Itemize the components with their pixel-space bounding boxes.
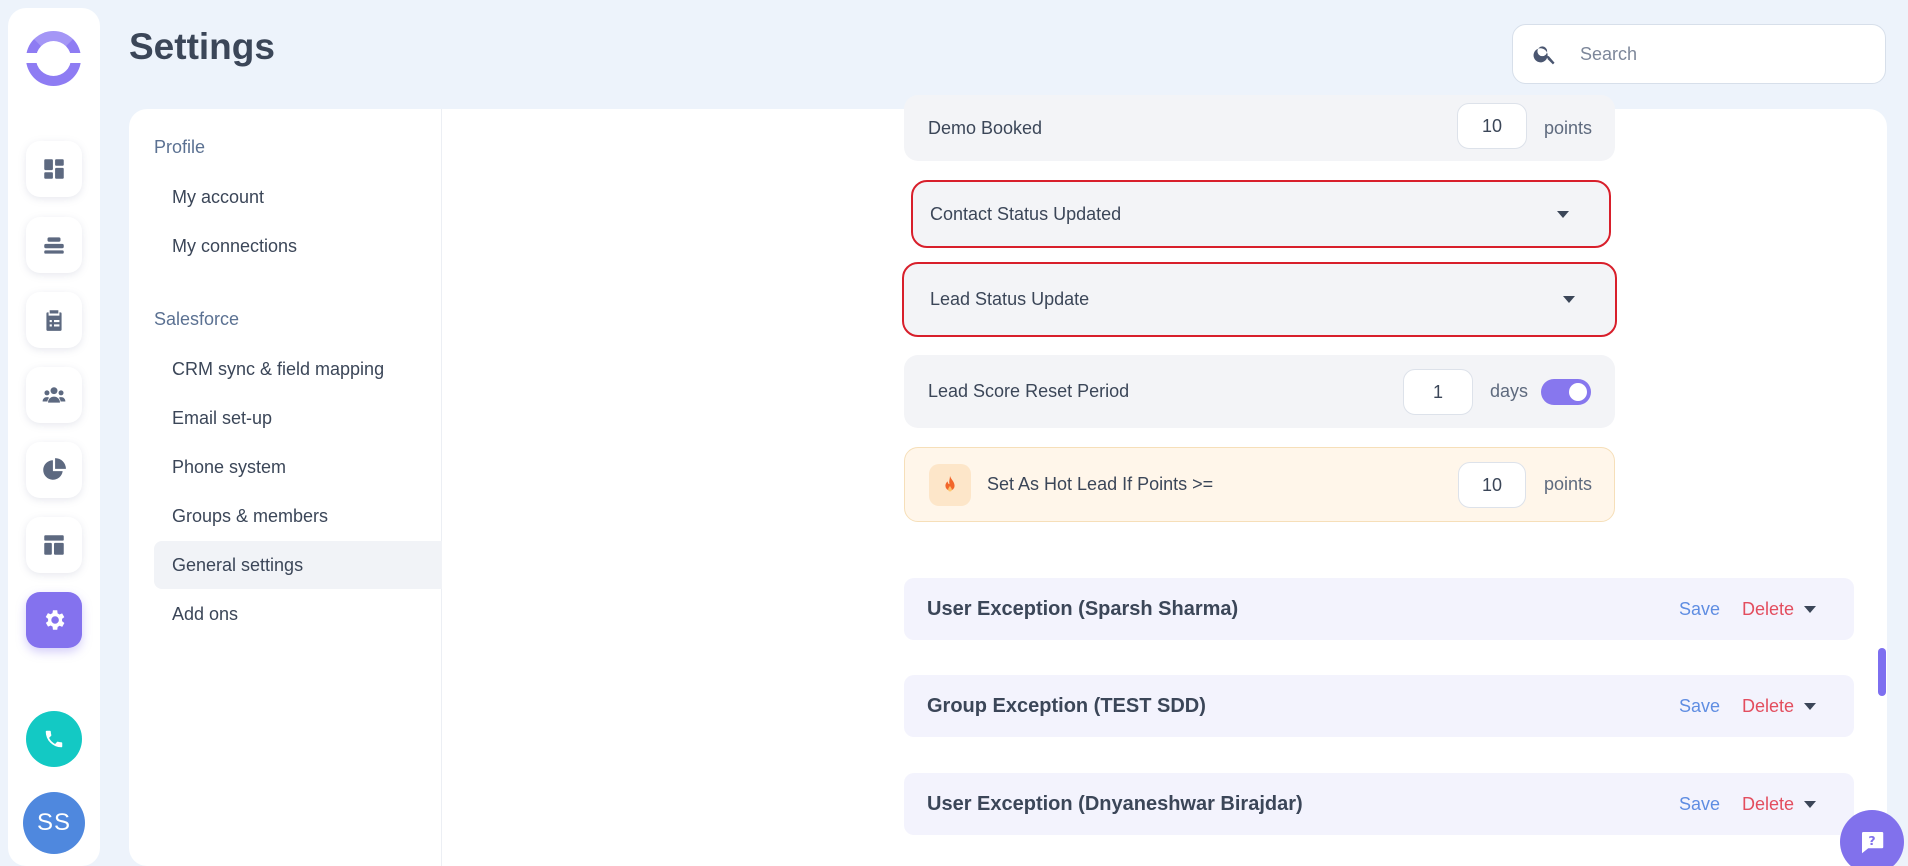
nav-item-general-settings[interactable]: General settings [154, 541, 442, 589]
delete-button[interactable]: Delete [1742, 794, 1794, 815]
lead-status-update-label: Lead Status Update [930, 289, 1090, 309]
demo-booked-points-input[interactable]: 10 [1457, 103, 1527, 149]
lead-score-reset-label: Lead Score Reset Period [928, 381, 1130, 401]
save-button[interactable]: Save [1679, 599, 1720, 620]
nav-item-email-setup[interactable]: Email set-up [154, 394, 442, 442]
avatar[interactable]: SS [23, 792, 85, 854]
exception-title: User Exception (Dnyaneshwar Birajdar) [927, 792, 1303, 815]
app-rail: SS [8, 8, 100, 866]
section-title-salesforce: Salesforce [154, 309, 240, 329]
layers-icon[interactable] [26, 217, 82, 273]
chevron-down-icon[interactable] [1804, 800, 1816, 808]
demo-booked-label: Demo Booked [928, 117, 1043, 138]
gear-icon[interactable] [26, 592, 82, 648]
chevron-down-icon [1563, 296, 1575, 303]
reset-period-days-input[interactable]: 1 [1403, 369, 1473, 415]
scrollbar-thumb[interactable] [1878, 648, 1886, 696]
lead-score-reset-row: Lead Score Reset Period 1 days [904, 355, 1615, 428]
chevron-down-icon[interactable] [1804, 702, 1816, 710]
search-box[interactable] [1512, 24, 1886, 84]
section-title-profile: Profile [154, 137, 206, 157]
phone-icon[interactable] [26, 711, 82, 767]
chevron-down-icon[interactable] [1804, 605, 1816, 613]
hot-lead-label: Set As Hot Lead If Points >= [987, 474, 1214, 494]
hot-lead-points-input[interactable]: 10 [1458, 462, 1526, 508]
delete-button[interactable]: Delete [1742, 599, 1794, 620]
reset-period-toggle[interactable] [1541, 379, 1591, 405]
nav-item-groups-members[interactable]: Groups & members [154, 492, 442, 540]
dashboard-icon[interactable] [26, 141, 82, 197]
exception-row[interactable]: User Exception (Sparsh Sharma) Save Dele… [904, 578, 1854, 640]
hot-lead-unit: points [1544, 474, 1593, 494]
nav-item-my-connections[interactable]: My connections [154, 222, 442, 270]
pie-chart-icon[interactable] [26, 442, 82, 498]
nav-item-crm-sync[interactable]: CRM sync & field mapping [154, 345, 442, 393]
help-chat-icon[interactable]: ? [1840, 810, 1904, 866]
contact-status-updated-select[interactable]: Contact Status Updated [911, 180, 1611, 248]
save-button[interactable]: Save [1679, 696, 1720, 717]
lead-status-update-select[interactable]: Lead Status Update [902, 262, 1617, 337]
demo-booked-row: Demo Booked 10 points [904, 95, 1615, 161]
svg-text:?: ? [1868, 833, 1875, 848]
search-icon [1533, 46, 1555, 65]
nav-item-add-ons[interactable]: Add ons [154, 590, 442, 638]
contact-status-updated-label: Contact Status Updated [930, 203, 1122, 224]
layout-icon[interactable] [26, 517, 82, 573]
search-input[interactable] [1580, 43, 1860, 65]
page-title: Settings [129, 26, 275, 67]
settings-subnav: Profile My account My connections Salesf… [129, 109, 442, 866]
exception-title: User Exception (Sparsh Sharma) [927, 597, 1239, 620]
app-logo[interactable] [24, 31, 83, 86]
exception-title: Group Exception (TEST SDD) [927, 694, 1206, 717]
delete-button[interactable]: Delete [1742, 696, 1794, 717]
save-button[interactable]: Save [1679, 794, 1720, 815]
nav-item-my-account[interactable]: My account [154, 173, 442, 221]
nav-item-phone-system[interactable]: Phone system [154, 443, 442, 491]
hot-lead-row: Set As Hot Lead If Points >= 10 points [904, 447, 1615, 522]
exception-row[interactable]: Group Exception (TEST SDD) Save Delete [904, 675, 1854, 737]
team-icon[interactable] [26, 367, 82, 423]
reset-period-unit: days [1490, 381, 1529, 401]
demo-booked-unit: points [1544, 117, 1593, 138]
fire-icon [929, 463, 971, 506]
chevron-down-icon [1557, 210, 1569, 218]
clipboard-icon[interactable] [26, 292, 82, 348]
exception-row[interactable]: User Exception (Dnyaneshwar Birajdar) Sa… [904, 773, 1854, 835]
